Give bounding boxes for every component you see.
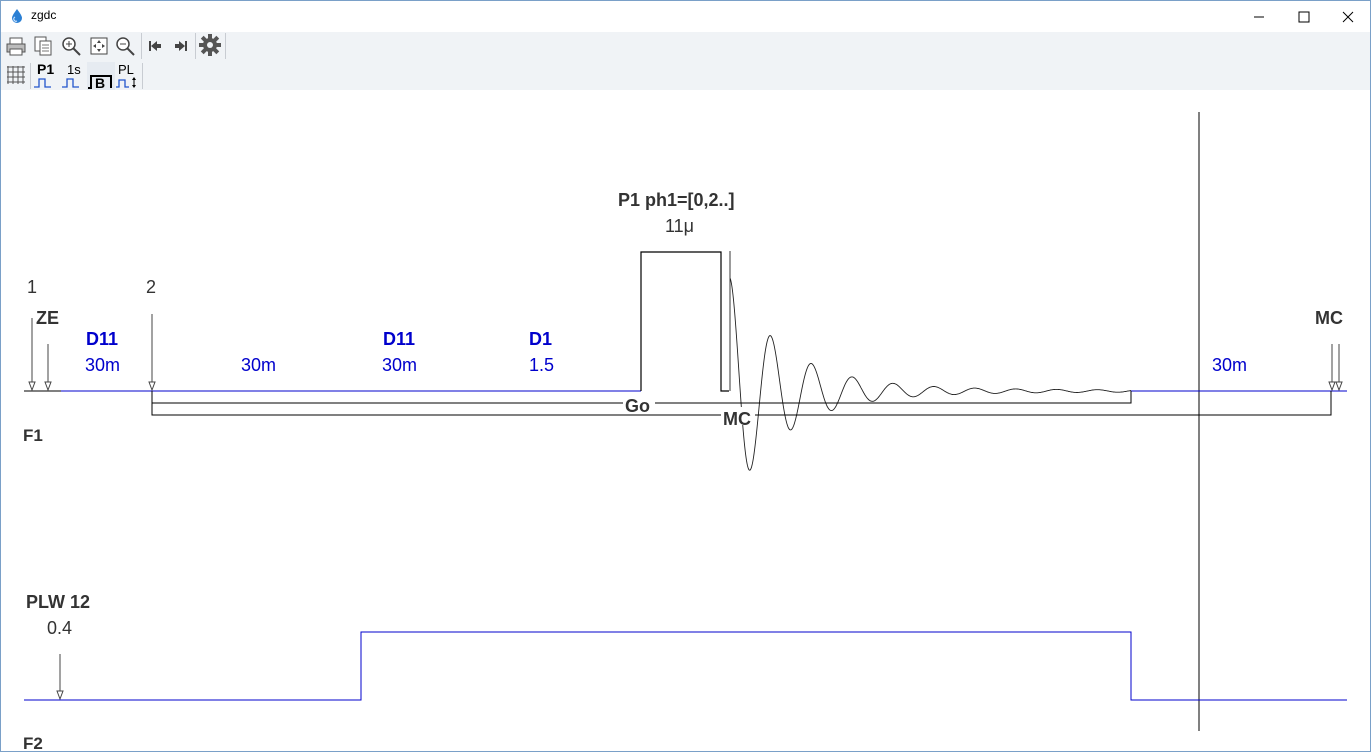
first-icon bbox=[149, 41, 161, 51]
window-title: zgdc bbox=[31, 8, 57, 22]
show-bold-button[interactable]: B bbox=[87, 62, 115, 90]
zoom-in-button[interactable] bbox=[59, 34, 83, 58]
delay-value-1: 30m bbox=[85, 355, 121, 375]
ze-label[interactable]: ZE bbox=[36, 309, 59, 327]
delay-value-5: 30m bbox=[1212, 355, 1248, 375]
mc-arrow2-icon bbox=[1335, 381, 1343, 392]
zoom-out-button[interactable] bbox=[113, 34, 137, 58]
minimize-icon bbox=[1254, 16, 1264, 17]
delay-name-3[interactable]: D11 bbox=[383, 330, 415, 348]
plw-value: 0.4 bbox=[47, 618, 73, 638]
close-icon bbox=[1342, 11, 1354, 22]
maximize-button[interactable] bbox=[1281, 1, 1327, 32]
maximize-icon bbox=[1298, 11, 1310, 22]
ze-arrow-icon bbox=[28, 381, 36, 392]
print-button[interactable] bbox=[4, 34, 28, 58]
last-icon bbox=[175, 41, 187, 51]
mc-right-label[interactable]: MC bbox=[1315, 309, 1343, 327]
copy-button[interactable] bbox=[31, 34, 55, 58]
1s-label: 1s bbox=[67, 62, 81, 77]
pulse-program-canvas[interactable]: 1 2 ZE MC P1 ph1=[0,2..] 11μ D11 30m 30m… bbox=[1, 90, 1370, 751]
grid-toggle-button[interactable] bbox=[4, 63, 28, 87]
pulse-title[interactable]: P1 ph1=[0,2..] bbox=[618, 191, 735, 209]
zoom-out-icon bbox=[116, 37, 135, 56]
fid-signal bbox=[729, 251, 1132, 471]
pl-label: PL bbox=[118, 62, 134, 77]
app-window: zgdc P1 1s B PL 1 2 ZE MC P1 ph1=[0,2..]… bbox=[0, 0, 1371, 752]
fit-icon bbox=[90, 37, 108, 55]
printer-icon bbox=[6, 37, 26, 56]
f2-power-trace[interactable] bbox=[24, 631, 1347, 701]
toolbar-separator bbox=[141, 33, 142, 59]
delay-name-4[interactable]: D1 bbox=[529, 330, 552, 348]
delay-value-2: 30m bbox=[241, 355, 277, 375]
delay-value-3: 30m bbox=[382, 355, 418, 375]
show-durations-button[interactable]: 1s bbox=[61, 62, 89, 90]
show-pulse-names-button[interactable]: P1 bbox=[33, 62, 61, 90]
close-button[interactable] bbox=[1325, 1, 1370, 32]
toolbar-separator bbox=[30, 63, 31, 89]
delay-name-1[interactable]: D11 bbox=[86, 330, 118, 348]
toolbar-separator bbox=[142, 63, 143, 89]
b-label: B bbox=[95, 75, 105, 90]
settings-icon bbox=[199, 34, 221, 56]
go-first-button[interactable] bbox=[143, 34, 167, 58]
zoom-in-icon bbox=[62, 37, 81, 56]
marker-2: 2 bbox=[146, 277, 157, 297]
topspin-app-icon bbox=[12, 9, 22, 23]
channel-f2-label: F2 bbox=[23, 734, 43, 752]
plw-name[interactable]: PLW 12 bbox=[26, 593, 90, 611]
fit-button[interactable] bbox=[87, 34, 111, 58]
minimize-button[interactable] bbox=[1236, 1, 1282, 32]
settings-button[interactable] bbox=[198, 33, 222, 57]
mc-label[interactable]: MC bbox=[723, 410, 751, 428]
go-last-button[interactable] bbox=[169, 34, 193, 58]
p1-pulse[interactable] bbox=[640, 251, 729, 392]
bold-pulse-icon: B bbox=[88, 75, 112, 90]
ze-arrow2-icon bbox=[44, 381, 52, 392]
p1-label: P1 bbox=[37, 62, 54, 77]
toolbar-separator bbox=[225, 33, 226, 59]
go-label[interactable]: Go bbox=[625, 397, 650, 415]
delay-value-4: 1.5 bbox=[529, 355, 555, 375]
marker-1: 1 bbox=[27, 277, 38, 297]
toolbar-separator bbox=[195, 33, 196, 59]
title-bar: zgdc bbox=[1, 1, 1370, 32]
toolbar: P1 1s B PL bbox=[1, 32, 1370, 90]
pulse-name-icon: P1 bbox=[34, 62, 54, 88]
pulse-duration: 11μ bbox=[665, 216, 695, 236]
plw-arrow-icon bbox=[56, 690, 64, 701]
show-power-button[interactable]: PL bbox=[115, 62, 143, 90]
copy-icon bbox=[34, 36, 52, 56]
label2-arrow-icon bbox=[148, 381, 156, 392]
channel-f1-label: F1 bbox=[23, 426, 43, 445]
power-level-icon: PL bbox=[116, 62, 136, 88]
mc-arrow-icon bbox=[1328, 381, 1336, 392]
duration-icon: 1s bbox=[62, 62, 81, 88]
grid-icon bbox=[7, 66, 25, 84]
